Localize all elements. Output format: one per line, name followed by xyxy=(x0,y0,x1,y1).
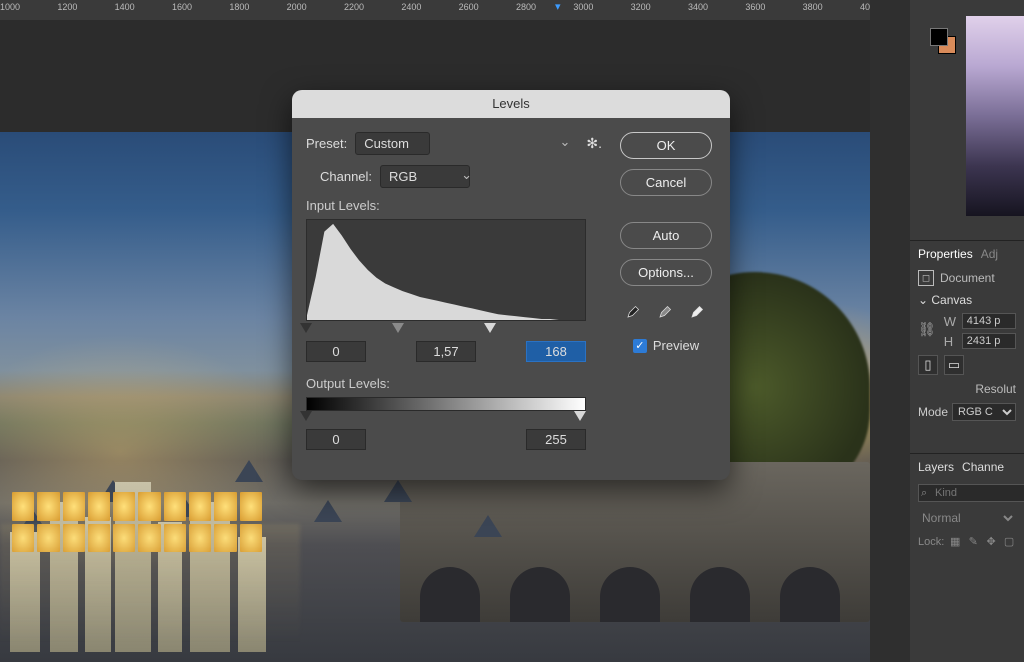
channel-label: Channel: xyxy=(320,169,372,184)
preview-label: Preview xyxy=(653,338,699,353)
black-point-eyedropper-icon[interactable] xyxy=(623,300,645,322)
ruler-tick: 2200 xyxy=(344,2,364,12)
blend-mode-select[interactable]: Normal xyxy=(918,510,1016,526)
input-gamma-field[interactable] xyxy=(416,341,476,362)
canvas-width-field[interactable]: 4143 p xyxy=(962,313,1016,329)
tab-layers[interactable]: Layers xyxy=(918,460,954,474)
layer-filter-input[interactable] xyxy=(918,484,1024,502)
foreground-color-swatch[interactable] xyxy=(930,28,948,46)
preset-label: Preset: xyxy=(306,136,347,151)
preset-menu-icon[interactable]: ✻. xyxy=(586,135,602,152)
height-label: H xyxy=(944,334,956,349)
lock-label: Lock: xyxy=(918,536,944,548)
ruler-tick: 2600 xyxy=(459,2,479,12)
ruler-tick: 3200 xyxy=(631,2,651,12)
tab-adjustments[interactable]: Adj xyxy=(981,247,998,261)
properties-kind-label: Document xyxy=(940,271,995,285)
right-panel-stack: Properties Adj ◻ Document ⌄ Canvas ⛓ W41… xyxy=(910,0,1024,662)
canvas-section-header[interactable]: Canvas xyxy=(931,293,972,307)
ruler-tick: 2800 xyxy=(516,2,536,12)
input-white-field[interactable] xyxy=(526,341,586,362)
cancel-button[interactable]: Cancel xyxy=(620,169,712,196)
color-mode-select[interactable]: RGB C xyxy=(952,403,1016,421)
output-white-field[interactable] xyxy=(526,429,586,450)
levels-dialog: Levels Preset: Custom ✻. Channel: RGB In… xyxy=(292,90,730,480)
input-black-field[interactable] xyxy=(306,341,366,362)
lock-transparency-icon[interactable]: ▦ xyxy=(948,534,962,549)
options-button[interactable]: Options... xyxy=(620,259,712,286)
output-black-field[interactable] xyxy=(306,429,366,450)
output-levels-label: Output Levels: xyxy=(306,376,602,391)
ok-button[interactable]: OK xyxy=(620,132,712,159)
input-histogram xyxy=(306,219,586,321)
ruler-tick: 1200 xyxy=(57,2,77,12)
dialog-title[interactable]: Levels xyxy=(292,90,730,118)
ruler-tick: 3400 xyxy=(688,2,708,12)
search-icon: ⌕ xyxy=(921,487,927,500)
resolution-label: Resolut xyxy=(975,382,1016,396)
ruler-tick: 2400 xyxy=(401,2,421,12)
output-gradient xyxy=(306,397,586,411)
output-white-handle[interactable] xyxy=(574,411,586,421)
playhead-icon[interactable]: ▾ xyxy=(555,0,561,13)
lock-position-icon[interactable]: ✥ xyxy=(984,534,998,549)
auto-button[interactable]: Auto xyxy=(620,222,712,249)
input-gamma-handle[interactable] xyxy=(392,323,404,333)
ruler-tick: 3000 xyxy=(573,2,593,12)
orientation-portrait-button[interactable]: ▯ xyxy=(918,355,938,375)
preset-select[interactable]: Custom xyxy=(355,132,430,155)
lock-pixels-icon[interactable]: ✎ xyxy=(966,534,980,549)
foreground-background-swatch[interactable] xyxy=(930,28,958,56)
input-black-handle[interactable] xyxy=(300,323,312,333)
document-icon: ◻ xyxy=(918,270,934,286)
ruler-tick: 3800 xyxy=(803,2,823,12)
ruler-tick: 4000 xyxy=(860,2,870,12)
tab-properties[interactable]: Properties xyxy=(918,247,973,261)
ruler-tick: 3600 xyxy=(745,2,765,12)
orientation-landscape-button[interactable]: ▭ xyxy=(944,355,964,375)
output-slider-track[interactable] xyxy=(306,411,586,425)
ruler-tick: 1800 xyxy=(229,2,249,12)
ruler-tick: 2000 xyxy=(287,2,307,12)
canvas-height-field[interactable]: 2431 p xyxy=(962,333,1016,349)
gray-point-eyedropper-icon[interactable] xyxy=(655,300,677,322)
tab-channels[interactable]: Channe xyxy=(962,460,1004,474)
color-spectrum-picker[interactable] xyxy=(966,16,1024,216)
input-white-handle[interactable] xyxy=(484,323,496,333)
collapsed-panel-dock[interactable] xyxy=(870,0,910,662)
input-slider-track[interactable] xyxy=(306,323,586,337)
horizontal-ruler[interactable]: 1000 1200 1400 1600 1800 2000 2200 2400 2600 2800… xyxy=(0,0,870,20)
ruler-tick: 1000 xyxy=(0,2,20,12)
ruler-tick: 1600 xyxy=(172,2,192,12)
input-levels-label: Input Levels: xyxy=(306,198,602,213)
lock-artboard-icon[interactable]: ▢ xyxy=(1002,534,1016,549)
preview-checkbox[interactable]: ✓ xyxy=(633,339,647,353)
channel-select[interactable]: RGB xyxy=(380,165,470,188)
white-point-eyedropper-icon[interactable] xyxy=(687,300,709,322)
width-label: W xyxy=(944,314,956,329)
output-black-handle[interactable] xyxy=(300,411,312,421)
link-dimensions-icon[interactable]: ⛓ xyxy=(910,311,936,351)
ruler-tick: 1400 xyxy=(115,2,135,12)
mode-label: Mode xyxy=(918,405,948,419)
